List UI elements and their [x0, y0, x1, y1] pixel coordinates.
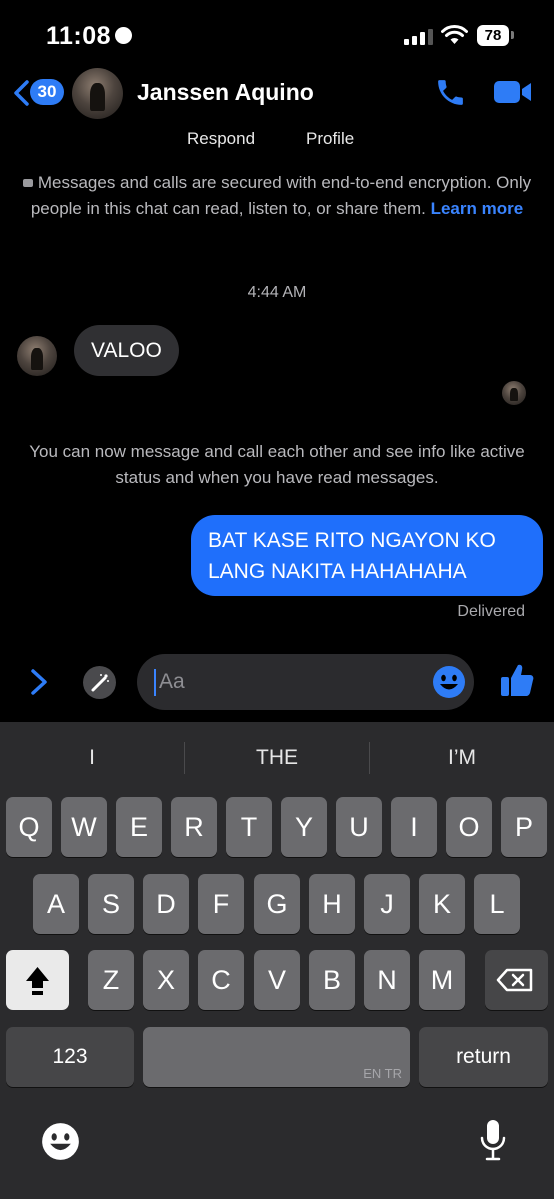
- keyboard-language-label: EN TR: [363, 1066, 402, 1081]
- magic-edit-icon[interactable]: [83, 666, 116, 699]
- message-input-placeholder: Aa: [159, 670, 185, 693]
- key-r[interactable]: R: [171, 797, 217, 857]
- key-x[interactable]: X: [143, 950, 189, 1010]
- outgoing-message-bubble[interactable]: BAT KASE RITO NGAYON KO LANG NAKITA HAHA…: [191, 515, 543, 596]
- space-key[interactable]: EN TR: [143, 1027, 410, 1087]
- key-g[interactable]: G: [254, 874, 300, 934]
- suggestion-2[interactable]: THE: [185, 746, 369, 770]
- expand-actions-icon[interactable]: [29, 668, 49, 696]
- back-chevron-icon[interactable]: [12, 80, 30, 106]
- encryption-notice: Messages and calls are secured with end-…: [20, 170, 534, 222]
- key-k[interactable]: K: [419, 874, 465, 934]
- status-time: 11:08: [46, 22, 133, 51]
- emoji-icon[interactable]: [432, 665, 466, 699]
- emoji-keyboard-icon[interactable]: [41, 1122, 80, 1161]
- contact-name[interactable]: Janssen Aquino: [137, 79, 314, 106]
- unread-count-badge[interactable]: 30: [30, 79, 64, 105]
- cellular-signal-icon: [404, 29, 433, 45]
- phone-call-icon[interactable]: [434, 76, 467, 109]
- key-c[interactable]: C: [198, 950, 244, 1010]
- key-v[interactable]: V: [254, 950, 300, 1010]
- key-l[interactable]: L: [474, 874, 520, 934]
- video-call-icon[interactable]: [494, 79, 532, 105]
- battery-tip: [511, 31, 514, 39]
- key-e[interactable]: E: [116, 797, 162, 857]
- return-key[interactable]: return: [419, 1027, 548, 1087]
- suggestion-3[interactable]: I’M: [370, 746, 554, 770]
- learn-more-link[interactable]: Learn more: [431, 199, 524, 218]
- key-q[interactable]: Q: [6, 797, 52, 857]
- like-thumbs-up-icon[interactable]: [499, 662, 535, 698]
- battery-indicator: 78: [477, 25, 509, 46]
- key-m[interactable]: M: [419, 950, 465, 1010]
- contact-avatar[interactable]: [72, 68, 123, 119]
- delete-key[interactable]: [485, 950, 548, 1010]
- key-w[interactable]: W: [61, 797, 107, 857]
- key-p[interactable]: P: [501, 797, 547, 857]
- shift-key[interactable]: [6, 950, 69, 1010]
- shift-arrow-icon: [26, 967, 49, 995]
- key-j[interactable]: J: [364, 874, 410, 934]
- messaging-info-notice: You can now message and call each other …: [29, 442, 525, 487]
- read-receipt-avatar: [502, 381, 526, 405]
- text-cursor: [154, 669, 156, 696]
- suggestion-1[interactable]: I: [0, 746, 184, 770]
- dictation-microphone-icon[interactable]: [479, 1118, 507, 1162]
- key-u[interactable]: U: [336, 797, 382, 857]
- key-z[interactable]: Z: [88, 950, 134, 1010]
- key-o[interactable]: O: [446, 797, 492, 857]
- key-i[interactable]: I: [391, 797, 437, 857]
- lock-icon: [22, 179, 33, 187]
- key-t[interactable]: T: [226, 797, 272, 857]
- smiley-icon: [115, 26, 133, 44]
- key-n[interactable]: N: [364, 950, 410, 1010]
- key-h[interactable]: H: [309, 874, 355, 934]
- key-a[interactable]: A: [33, 874, 79, 934]
- profile-button[interactable]: Profile: [306, 129, 354, 149]
- key-f[interactable]: F: [198, 874, 244, 934]
- wifi-icon: [441, 25, 468, 44]
- key-b[interactable]: B: [309, 950, 355, 1010]
- message-timestamp: 4:44 AM: [247, 284, 307, 301]
- sender-avatar[interactable]: [17, 336, 57, 376]
- key-y[interactable]: Y: [281, 797, 327, 857]
- numbers-key[interactable]: 123: [6, 1027, 134, 1087]
- incoming-message-bubble[interactable]: VALOO: [74, 325, 179, 376]
- key-d[interactable]: D: [143, 874, 189, 934]
- key-s[interactable]: S: [88, 874, 134, 934]
- backspace-icon: [496, 968, 533, 992]
- delivery-status: Delivered: [457, 603, 525, 620]
- message-input[interactable]: [137, 654, 474, 710]
- respond-button[interactable]: Respond: [187, 129, 255, 149]
